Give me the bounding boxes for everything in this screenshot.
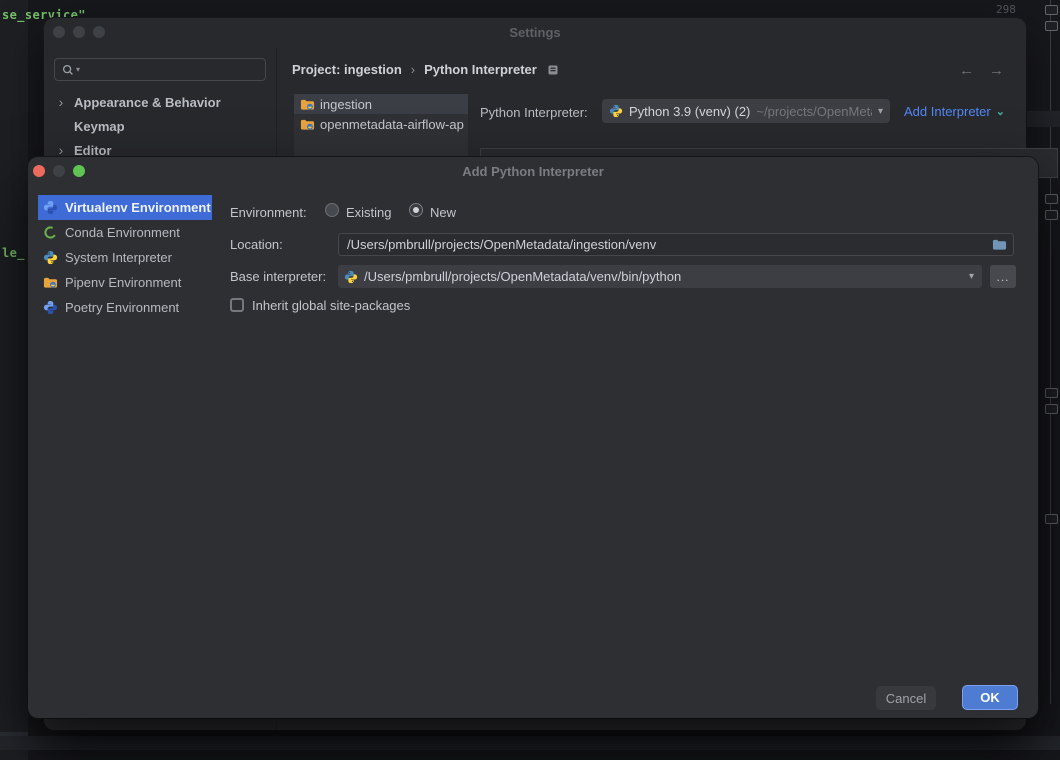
breadcrumb: Project: ingestion › Python Interpreter: [292, 62, 558, 77]
environment-label: Environment:: [230, 205, 307, 220]
fold-marker-icon[interactable]: [1045, 388, 1058, 398]
project-row-openmetadata[interactable]: openmetadata-airflow-ap: [294, 114, 468, 134]
interpreter-type-list: Virtualenv Environment Conda Environment: [38, 195, 212, 320]
back-arrow-icon[interactable]: ←: [959, 62, 974, 79]
nav-item-label: Keymap: [74, 119, 125, 134]
project-list: ingestion openmetadata-airflow-ap: [294, 94, 468, 158]
interpreter-dropdown[interactable]: Python 3.9 (venv) (2) ~/projects/OpenMet…: [602, 99, 890, 123]
nav-item-label: Editor: [74, 143, 112, 158]
settings-title: Settings: [44, 25, 1026, 40]
fold-marker-icon[interactable]: [1045, 194, 1058, 204]
folder-python-icon: [43, 275, 58, 290]
screen: se_service" le_ 298 Settings ▾: [0, 0, 1060, 760]
sidebar-item-pipenv[interactable]: Pipenv Environment: [38, 270, 212, 295]
sidebar-item-system[interactable]: System Interpreter: [38, 245, 212, 270]
base-interpreter-dropdown[interactable]: /Users/pmbrull/projects/OpenMetadata/ven…: [338, 265, 982, 288]
nav-item-label: Appearance & Behavior: [74, 95, 221, 110]
breadcrumb-separator-icon: ›: [411, 62, 415, 77]
sidebar-item-label: Conda Environment: [65, 225, 180, 240]
location-input[interactable]: /Users/pmbrull/projects/OpenMetadata/ing…: [338, 233, 1014, 256]
sidebar-item-virtualenv[interactable]: Virtualenv Environment: [38, 195, 212, 220]
interpreter-path: ~/projects/OpenMetad: [756, 104, 872, 119]
folder-icon[interactable]: [992, 237, 1007, 252]
browse-button[interactable]: ...: [990, 265, 1016, 288]
interpreter-value: Python 3.9 (venv) (2): [629, 104, 750, 119]
sidebar-item-label: Poetry Environment: [65, 300, 179, 315]
editor-fold-line: [1050, 0, 1051, 704]
python-icon: [344, 270, 358, 284]
folder-python-icon: [300, 97, 315, 112]
base-interpreter-value: /Users/pmbrull/projects/OpenMetadata/ven…: [364, 269, 963, 284]
archive-icon: [548, 65, 558, 75]
inherit-checkbox-label[interactable]: Inherit global site-packages: [252, 298, 410, 313]
search-caret-icon: ▾: [76, 65, 80, 74]
editor-code-fragment: le_: [2, 246, 25, 260]
inherit-checkbox[interactable]: [230, 298, 244, 312]
settings-nav-appearance[interactable]: › Appearance & Behavior: [54, 90, 272, 114]
python-icon: [43, 250, 58, 265]
fold-marker-icon[interactable]: [1045, 514, 1058, 524]
add-interpreter-label: Add Interpreter: [904, 104, 991, 119]
location-value: /Users/pmbrull/projects/OpenMetadata/ing…: [347, 237, 992, 252]
settings-nav: › Appearance & Behavior Keymap › Editor: [54, 90, 272, 162]
fold-marker-icon[interactable]: [1045, 210, 1058, 220]
sidebar-item-label: System Interpreter: [65, 250, 172, 265]
sidebar-item-conda[interactable]: Conda Environment: [38, 220, 212, 245]
fold-marker-icon[interactable]: [1045, 5, 1058, 15]
radio-existing-label[interactable]: Existing: [346, 205, 392, 220]
add-interpreter-dialog: Add Python Interpreter Virtualenv Enviro…: [28, 157, 1038, 718]
project-label: openmetadata-airflow-ap: [320, 117, 464, 132]
fold-marker-icon[interactable]: [1045, 404, 1058, 414]
chevron-down-icon: ⌄: [996, 105, 1005, 118]
add-interpreter-link[interactable]: Add Interpreter ⌄: [904, 104, 1005, 119]
project-row-ingestion[interactable]: ingestion: [294, 94, 468, 114]
conda-icon: [43, 225, 58, 240]
sidebar-item-label: Virtualenv Environment: [65, 200, 211, 215]
radio-new-label[interactable]: New: [430, 205, 456, 220]
editor-highlight-band: [1026, 111, 1060, 127]
dropdown-arrow-icon: ▾: [969, 271, 974, 282]
forward-arrow-icon[interactable]: →: [989, 62, 1004, 79]
python-icon: [609, 104, 623, 118]
chevron-right-icon[interactable]: ›: [54, 142, 68, 158]
dialog-title: Add Python Interpreter: [28, 164, 1038, 179]
sidebar-item-poetry[interactable]: Poetry Environment: [38, 295, 212, 320]
radio-existing[interactable]: [325, 203, 339, 217]
python-blue-icon: [43, 200, 58, 215]
fold-marker-icon[interactable]: [1045, 21, 1058, 31]
editor-background: [0, 0, 28, 760]
settings-nav-keymap[interactable]: Keymap: [54, 114, 272, 138]
python-blue-icon: [43, 300, 58, 315]
dropdown-arrow-icon: ▾: [878, 106, 883, 117]
breadcrumb-page: Python Interpreter: [424, 62, 537, 77]
base-interpreter-label: Base interpreter:: [230, 269, 326, 284]
settings-search-input[interactable]: ▾: [54, 58, 266, 81]
chevron-right-icon[interactable]: ›: [54, 94, 68, 110]
location-label: Location:: [230, 237, 283, 252]
statusbar-band: [0, 736, 1060, 750]
folder-python-icon: [300, 117, 315, 132]
search-icon: [61, 63, 75, 77]
radio-new[interactable]: [409, 203, 423, 217]
project-label: ingestion: [320, 97, 372, 112]
interpreter-label: Python Interpreter:: [480, 105, 588, 120]
cancel-button[interactable]: Cancel: [876, 686, 936, 710]
sidebar-item-label: Pipenv Environment: [65, 275, 181, 290]
editor-line-number: 298: [996, 3, 1016, 16]
ok-button[interactable]: OK: [962, 685, 1018, 710]
breadcrumb-project[interactable]: Project: ingestion: [292, 62, 402, 77]
